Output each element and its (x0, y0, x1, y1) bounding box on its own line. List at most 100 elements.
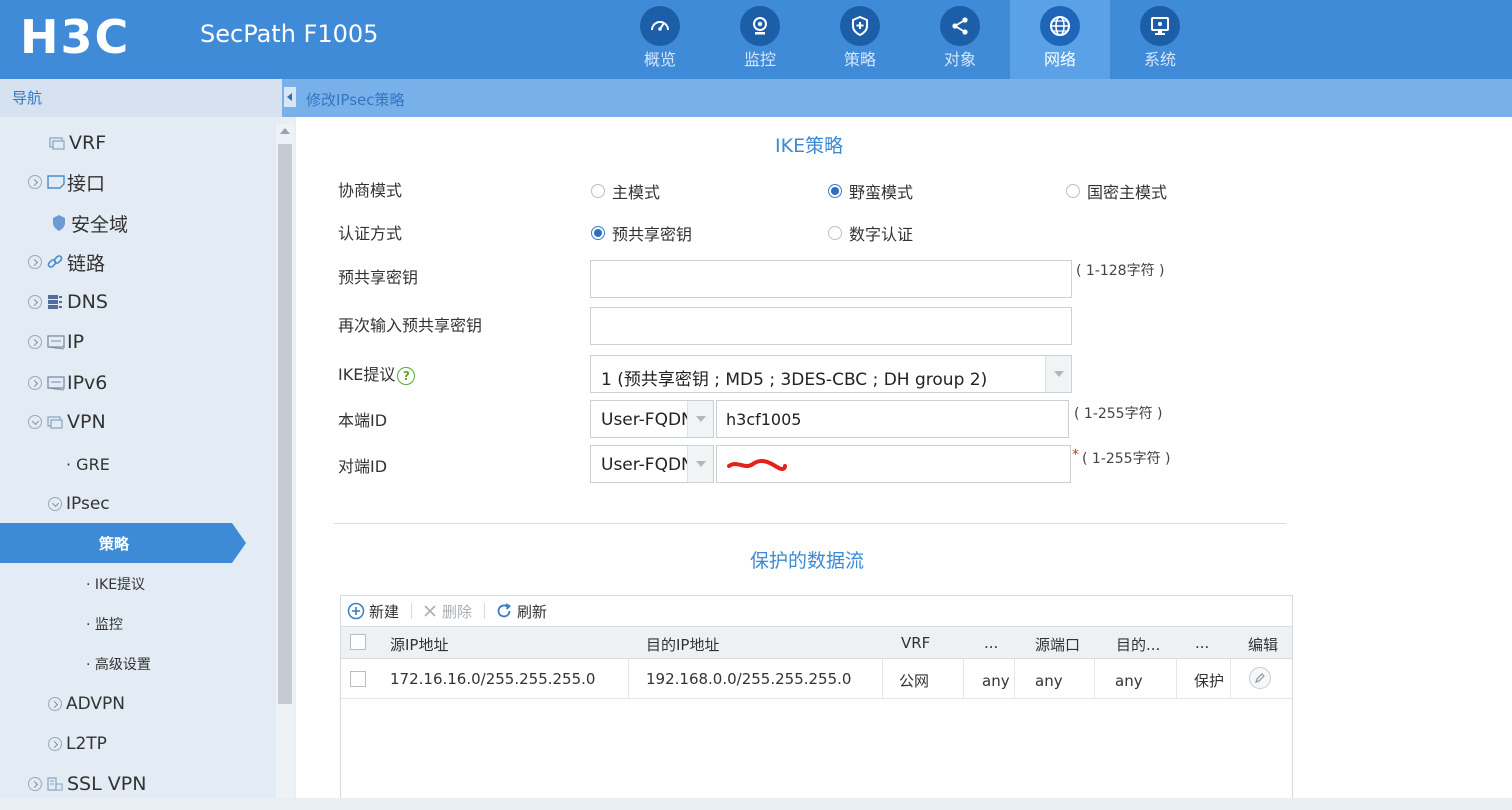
proposal-select[interactable]: 1 (预共享密钥 ; MD5 ; 3DES-CBC ; DH group 2) (590, 355, 1072, 393)
sidebar-item-ipv6[interactable]: IPv6 (28, 368, 107, 398)
chevron-down-icon[interactable] (687, 401, 713, 437)
cell-src-ip: 172.16.16.0/255.255.255.0 (390, 670, 596, 688)
gauge-icon (640, 6, 680, 46)
sidebar-item-ipsec[interactable]: IPsec (48, 489, 110, 519)
col-action[interactable]: ... (1195, 634, 1209, 652)
sidebar-item-dns[interactable]: DNS (28, 287, 108, 317)
sidebar-item-l2tp[interactable]: L2TP (48, 729, 107, 759)
row-checkbox[interactable] (350, 671, 366, 687)
sidebar-item-ip[interactable]: IP (28, 327, 84, 357)
col-dst-ip[interactable]: 目的IP地址 (646, 634, 719, 655)
expand-icon[interactable] (28, 295, 42, 309)
radio-label: 国密主模式 (1087, 183, 1168, 202)
sidebar-item-monitor[interactable]: · 监控 (86, 609, 123, 639)
sidebar-item-link[interactable]: 链路 (28, 247, 105, 277)
nav-overview[interactable]: 概览 (610, 0, 710, 79)
edit-icon[interactable] (1249, 667, 1271, 689)
sidebar-item-advanced[interactable]: · 高级设置 (86, 649, 151, 679)
expand-icon[interactable] (28, 335, 42, 349)
radio-dot[interactable] (828, 184, 842, 198)
select-all-checkbox[interactable] (350, 634, 366, 650)
expand-icon[interactable] (48, 697, 62, 711)
network-card-icon (46, 374, 65, 392)
nav-label: 概览 (643, 50, 676, 69)
sslvpn-icon (46, 775, 64, 793)
sidebar-item-security-zone[interactable]: 安全域 (50, 208, 128, 238)
required-mark: * (1072, 447, 1079, 463)
chevron-down-icon[interactable] (1045, 356, 1071, 392)
radio-dot[interactable] (591, 226, 605, 240)
expand-icon[interactable] (28, 175, 42, 189)
sidebar-item-sslvpn[interactable]: SSL VPN (28, 769, 146, 799)
radio-psk[interactable]: 预共享密钥 (591, 221, 692, 245)
psk-input[interactable] (590, 260, 1072, 298)
toolbar-separator (411, 603, 413, 619)
col-dst-port[interactable]: 目的... (1116, 634, 1160, 655)
sidebar-item-gre[interactable]: · GRE (66, 449, 110, 479)
sidebar-scrollbar[interactable] (276, 124, 294, 804)
close-icon (424, 605, 436, 617)
radio-gm-main-mode[interactable]: 国密主模式 (1066, 179, 1167, 203)
sidebar-item-policy[interactable]: 策略 (0, 523, 246, 563)
col-vrf[interactable]: VRF (901, 634, 930, 652)
expand-icon[interactable] (48, 737, 62, 751)
sidebar-item-label: 接口 (67, 172, 106, 195)
webcam-icon (740, 6, 780, 46)
remote-id-type: User-FQDN (601, 455, 689, 475)
radio-label: 野蛮模式 (849, 183, 914, 202)
share-icon (940, 6, 980, 46)
local-id-hint: ( 1-255字符 ) (1074, 406, 1163, 422)
nav-monitor[interactable]: 监控 (710, 0, 810, 79)
radio-cert[interactable]: 数字认证 (828, 221, 913, 245)
flow-table: 新建 删除 刷新 源IP地址 目的IP地址 VRF ... 源端口 目的... … (340, 595, 1293, 798)
help-icon[interactable]: ? (397, 366, 416, 385)
local-id-type-select[interactable]: User-FQDN (590, 400, 714, 438)
radio-aggressive-mode[interactable]: 野蛮模式 (828, 179, 913, 203)
remote-id-label: 对端ID (338, 457, 388, 476)
cell-divider (1176, 659, 1177, 699)
table-row[interactable]: 172.16.16.0/255.255.255.0 192.168.0.0/25… (341, 659, 1292, 699)
sidebar-item-label: SSL VPN (67, 773, 147, 795)
collapse-icon[interactable] (28, 415, 42, 429)
sidebar-item-interface[interactable]: 接口 (28, 167, 105, 197)
cell-divider (1014, 659, 1015, 699)
radio-dot[interactable] (1066, 184, 1080, 198)
collapse-sidebar-icon[interactable] (284, 87, 296, 107)
collapse-icon[interactable] (48, 497, 62, 511)
nav-network[interactable]: 网络 (1010, 0, 1110, 79)
radio-dot[interactable] (591, 184, 605, 198)
local-id-type: User-FQDN (601, 410, 689, 430)
nav-policy[interactable]: 策略 (810, 0, 910, 79)
remote-id-input[interactable] (716, 445, 1071, 483)
radio-main-mode[interactable]: 主模式 (591, 179, 660, 203)
sidebar-item-advpn[interactable]: ADVPN (48, 689, 125, 719)
scroll-up-icon[interactable] (280, 128, 290, 134)
sidebar-item-vrf[interactable]: VRF (48, 128, 106, 158)
shield-icon (840, 6, 880, 46)
delete-button[interactable]: 删除 (422, 601, 472, 622)
expand-icon[interactable] (28, 255, 42, 269)
psk-confirm-input[interactable] (590, 307, 1072, 345)
sidebar-item-vpn[interactable]: VPN (28, 407, 106, 437)
col-protocol[interactable]: ... (984, 634, 998, 652)
sidebar-item-label: · IKE提议 (86, 577, 146, 593)
expand-icon[interactable] (28, 376, 42, 390)
radio-dot[interactable] (828, 226, 842, 240)
refresh-button[interactable]: 刷新 (495, 601, 547, 622)
cell-src-port: any (1035, 672, 1063, 690)
scrollbar-thumb[interactable] (278, 144, 292, 704)
nav-system[interactable]: 系统 (1110, 0, 1210, 79)
chevron-down-icon[interactable] (687, 446, 713, 482)
remote-id-type-select[interactable]: User-FQDN (590, 445, 714, 483)
expand-icon[interactable] (28, 777, 42, 791)
local-id-input[interactable]: h3cf1005 (716, 400, 1069, 438)
sidebar-item-label: · 监控 (86, 617, 123, 633)
nav-label: 对象 (943, 50, 976, 69)
nav-object[interactable]: 对象 (910, 0, 1010, 79)
col-src-ip[interactable]: 源IP地址 (390, 634, 448, 655)
new-button[interactable]: 新建 (347, 601, 399, 622)
product-name: SecPath F1005 (200, 20, 379, 48)
col-src-port[interactable]: 源端口 (1035, 634, 1080, 655)
new-label: 新建 (369, 602, 400, 621)
sidebar-item-ike-proposal[interactable]: · IKE提议 (86, 569, 145, 599)
